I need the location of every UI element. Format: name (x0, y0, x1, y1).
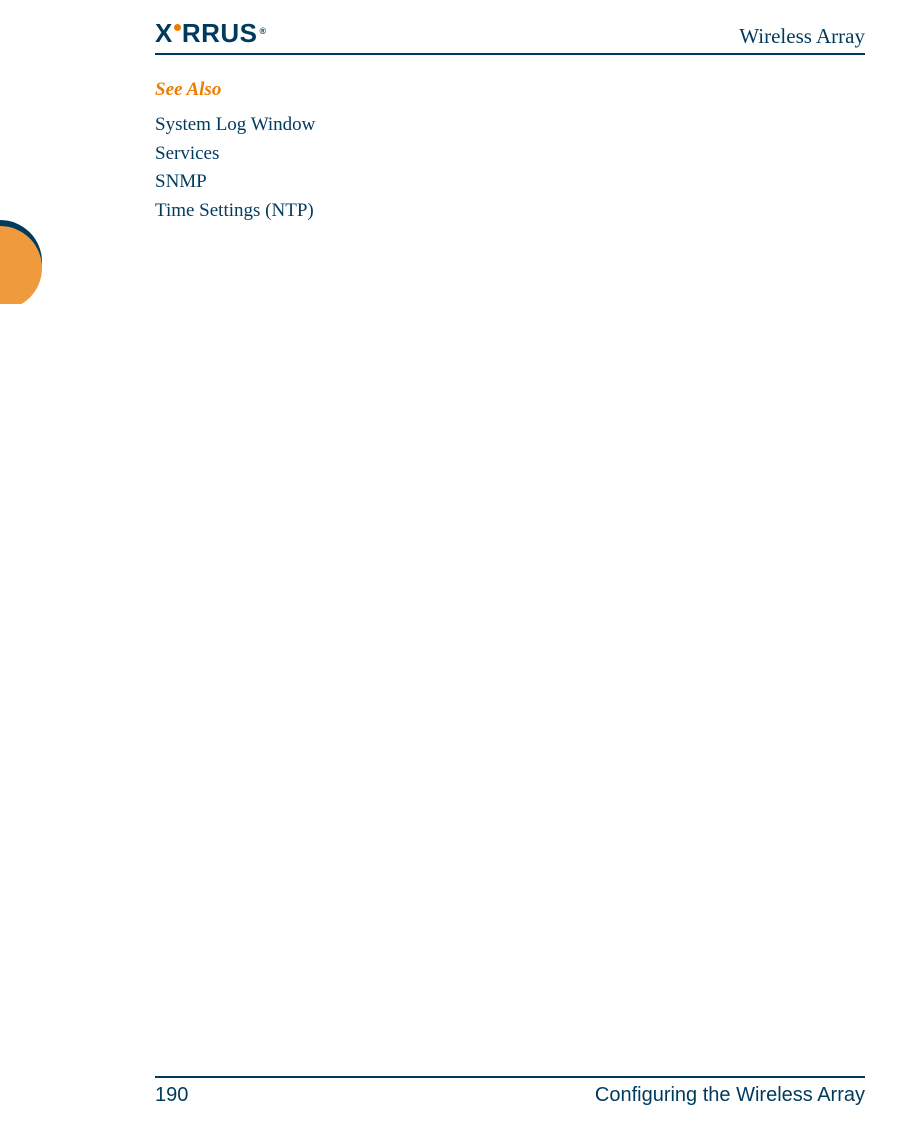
logo-text: X RRUS® (155, 18, 267, 49)
see-also-link[interactable]: Services (155, 140, 865, 169)
logo-dot-icon (174, 24, 181, 31)
see-also-link[interactable]: SNMP (155, 168, 865, 197)
page-header: X RRUS® Wireless Array (155, 18, 865, 55)
chapter-title: Configuring the Wireless Array (595, 1084, 865, 1107)
page-number: 190 (155, 1084, 188, 1107)
see-also-link[interactable]: System Log Window (155, 111, 865, 140)
see-also-link[interactable]: Time Settings (NTP) (155, 197, 865, 226)
page-content: See Also System Log Window Services SNMP… (155, 79, 865, 225)
document-page: X RRUS® Wireless Array See Also System Lo… (0, 0, 901, 1137)
logo-letters-rest: RRUS (182, 18, 258, 49)
page-footer: 190 Configuring the Wireless Array (155, 1076, 865, 1107)
see-also-heading: See Also (155, 79, 865, 101)
side-tab-decoration (0, 220, 56, 304)
tab-circle-orange (0, 226, 42, 304)
registered-mark-icon: ® (260, 26, 267, 36)
logo-letter-x: X (155, 18, 173, 49)
document-title: Wireless Array (739, 24, 865, 49)
brand-logo: X RRUS® (155, 18, 267, 49)
